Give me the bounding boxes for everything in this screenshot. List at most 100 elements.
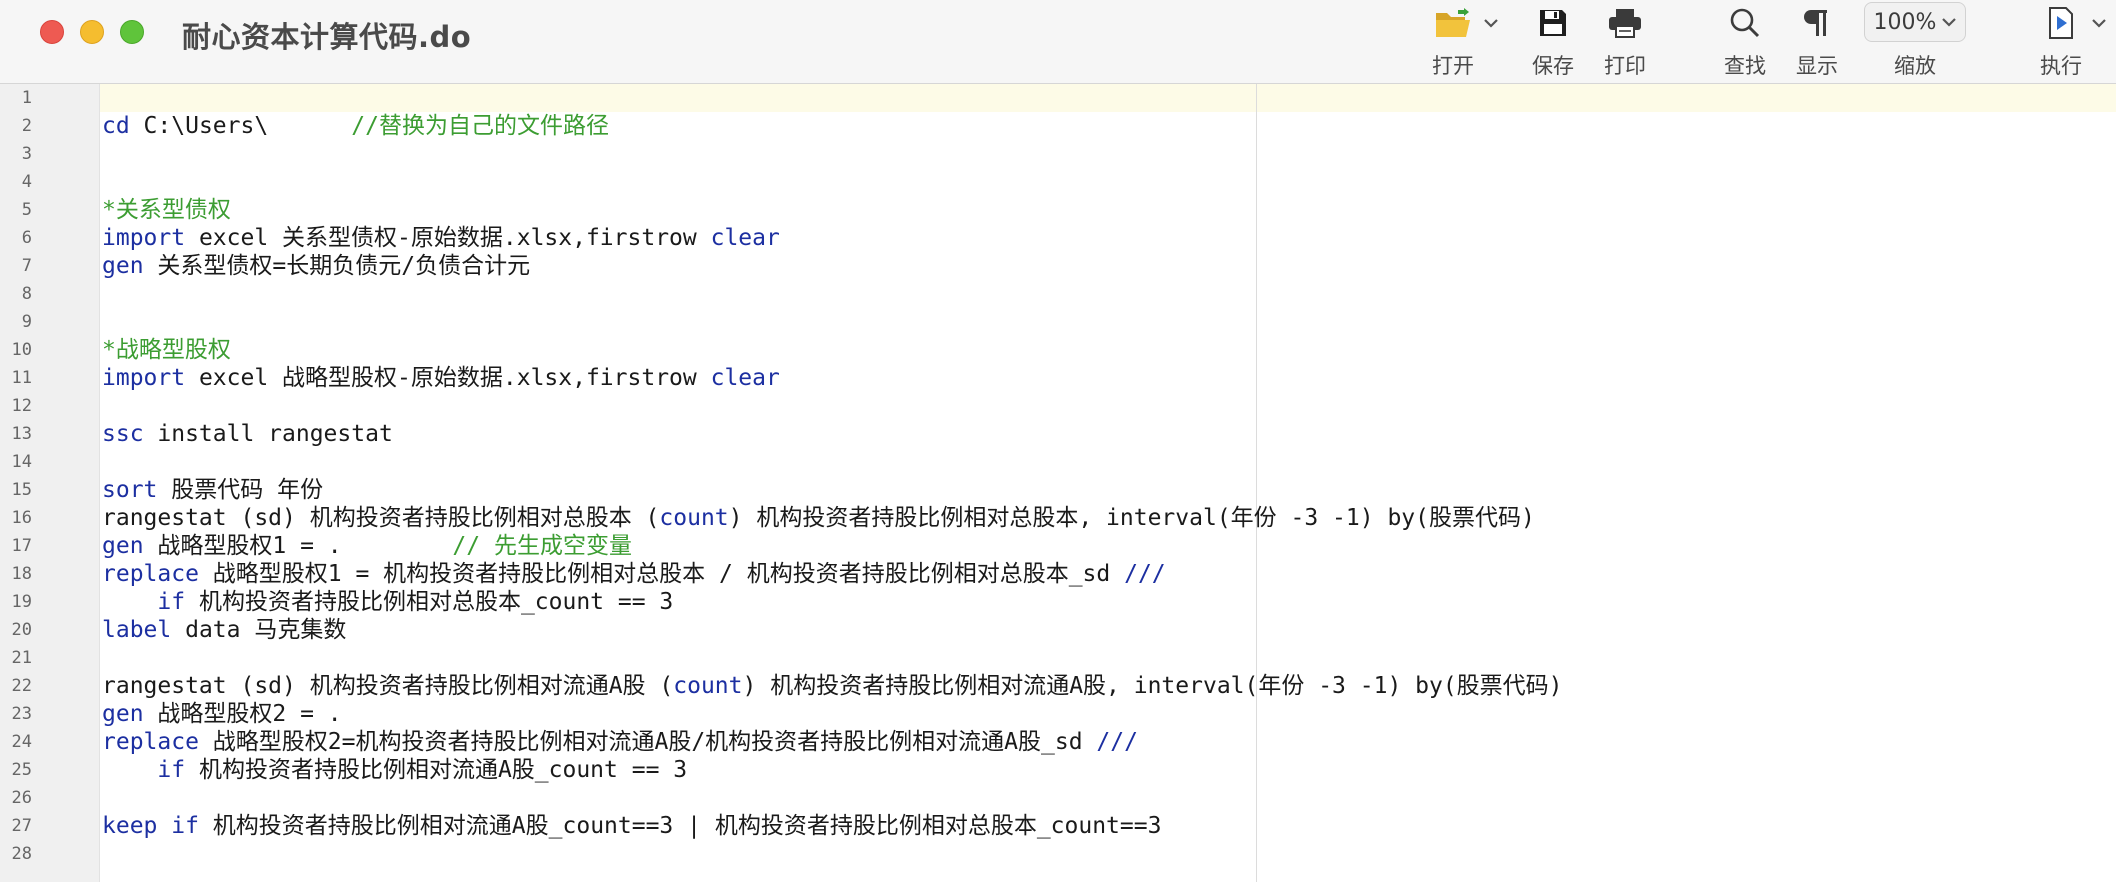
line-number: 7 [21, 256, 32, 276]
chevron-down-icon[interactable] [2084, 6, 2114, 40]
code-line[interactable]: label data 马克集数 [102, 616, 2112, 644]
code-token: excel 关系型债权-原始数据.xlsx,firstrow [185, 225, 711, 251]
close-window-button[interactable] [40, 20, 64, 44]
code-keyword: label [102, 617, 172, 643]
code-line[interactable]: ssc install rangestat [102, 420, 2112, 448]
code-line[interactable]: *战略型股权 [102, 336, 2112, 364]
code-keyword: cd [102, 113, 130, 139]
zoom-select[interactable]: 100% [1864, 2, 1966, 42]
line-number: 9 [21, 312, 32, 332]
line-number: 3 [21, 144, 32, 164]
code-line[interactable] [102, 308, 2112, 336]
code-token: C:\Users\ [129, 113, 352, 139]
line-number: 12 [11, 396, 32, 416]
line-number: 21 [11, 648, 32, 668]
code-line[interactable]: if 机构投资者持股比例相对流通A股_count == 3 [102, 756, 2112, 784]
floppy-disk-icon [1528, 0, 1578, 46]
save-button[interactable]: 保存 [1528, 0, 1578, 84]
code-keyword: if [157, 589, 186, 615]
zoom-label: 缩放 [1894, 54, 1936, 78]
code-keyword: if [171, 813, 199, 839]
code-line[interactable] [102, 168, 2112, 196]
title-bar: 耐心资本计算代码.do 打开 保存 打印 查找 显示 100% 缩放 执行 [0, 0, 2116, 84]
code-line[interactable]: keep if 机构投资者持股比例相对流通A股_count==3 | 机构投资者… [102, 812, 2112, 840]
find-label: 查找 [1724, 54, 1766, 78]
line-number: 11 [11, 368, 32, 388]
display-label: 显示 [1796, 54, 1838, 78]
minimize-window-button[interactable] [80, 20, 104, 44]
code-line[interactable] [102, 840, 2112, 868]
code-editor[interactable]: 1 2 3 4 5 6 7 8 9 10 11 12 13 14 15 16 17 18 19 20 21 22 23 24 2… [0, 84, 2116, 882]
line-number: 22 [11, 676, 32, 696]
code-keyword: replace [102, 561, 199, 587]
line-number: 28 [11, 844, 32, 864]
code-keyword: if [157, 757, 186, 783]
line-number: 10 [11, 340, 32, 360]
code-line[interactable]: rangestat (sd) 机构投资者持股比例相对流通A股 (count) 机… [102, 672, 2112, 700]
chevron-down-icon [1942, 18, 1957, 27]
code-line[interactable]: gen 战略型股权1 = . // 先生成空变量 [102, 532, 2112, 560]
code-token: 战略型股权1 = . [143, 533, 453, 559]
print-button[interactable]: 打印 [1598, 0, 1652, 84]
line-number: 4 [21, 172, 32, 192]
run-button[interactable]: 执行 [2036, 0, 2086, 84]
code-token: 机构投资者持股比例相对流通A股_count == 3 [185, 757, 688, 783]
window-title: 耐心资本计算代码.do [182, 20, 472, 54]
code-line[interactable]: replace 战略型股权2=机构投资者持股比例相对流通A股/机构投资者持股比例… [102, 728, 2112, 756]
code-line[interactable]: import excel 关系型债权-原始数据.xlsx,firstrow cl… [102, 224, 2112, 252]
code-line[interactable] [102, 84, 2112, 112]
code-keyword: gen [102, 701, 144, 727]
code-token: 股票代码 年份 [157, 477, 324, 503]
line-number: 2 [21, 116, 32, 136]
code-line[interactable] [102, 644, 2112, 672]
code-line[interactable]: gen 关系型债权=长期负债元/负债合计元 [102, 252, 2112, 280]
line-number: 23 [11, 704, 32, 724]
code-comment: // 先生成空变量 [452, 533, 632, 559]
code-keyword: gen [102, 533, 144, 559]
code-line[interactable] [102, 784, 2112, 812]
code-line[interactable]: sort 股票代码 年份 [102, 476, 2112, 504]
code-line[interactable]: *关系型债权 [102, 196, 2112, 224]
print-label: 打印 [1604, 54, 1646, 78]
line-number: 25 [11, 760, 32, 780]
code-line[interactable]: import excel 战略型股权-原始数据.xlsx,firstrow cl… [102, 364, 2112, 392]
code-line[interactable] [102, 140, 2112, 168]
code-line[interactable] [102, 448, 2112, 476]
code-token: rangestat (sd) 机构投资者持股比例相对总股本 ( [102, 505, 660, 531]
code-keyword: ssc [102, 421, 144, 447]
code-line[interactable]: cd C:\Users\ //替换为自己的文件路径 [102, 112, 2112, 140]
printer-icon [1598, 0, 1652, 46]
line-number: 26 [11, 788, 32, 808]
line-number: 27 [11, 816, 32, 836]
code-token: install rangestat [143, 421, 393, 447]
zoom-window-button[interactable] [120, 20, 144, 44]
code-text[interactable]: cd C:\Users\ //替换为自己的文件路径 *关系型债权 import ex… [102, 84, 2112, 868]
code-token: excel 战略型股权-原始数据.xlsx,firstrow [185, 365, 711, 391]
code-token: ) 机构投资者持股比例相对总股本, interval(年份 -3 -1) by(… [728, 505, 1535, 531]
code-line[interactable]: replace 战略型股权1 = 机构投资者持股比例相对总股本 / 机构投资者持… [102, 560, 2112, 588]
magnifier-icon [1720, 0, 1770, 46]
display-button[interactable]: 显示 [1792, 0, 1842, 84]
line-number: 18 [11, 564, 32, 584]
line-number: 5 [21, 200, 32, 220]
line-number: 15 [11, 480, 32, 500]
code-line[interactable]: if 机构投资者持股比例相对总股本_count == 3 [102, 588, 2112, 616]
code-keyword: clear [710, 365, 780, 391]
code-comment: *关系型债权 [102, 197, 231, 223]
code-keyword: count [659, 505, 729, 531]
line-number: 8 [21, 284, 32, 304]
run-label: 执行 [2040, 54, 2082, 78]
code-line[interactable] [102, 392, 2112, 420]
chevron-down-icon[interactable] [1476, 6, 1506, 40]
code-line[interactable]: rangestat (sd) 机构投资者持股比例相对总股本 (count) 机构… [102, 504, 2112, 532]
open-label: 打开 [1432, 54, 1474, 78]
code-line[interactable]: gen 战略型股权2 = . [102, 700, 2112, 728]
code-token: 战略型股权2=机构投资者持股比例相对流通A股/机构投资者持股比例相对流通A股_s… [198, 729, 1097, 755]
code-comment: *战略型股权 [102, 337, 231, 363]
find-button[interactable]: 查找 [1720, 0, 1770, 84]
code-token: rangestat (sd) 机构投资者持股比例相对流通A股 ( [102, 673, 674, 699]
pilcrow-icon [1792, 0, 1842, 46]
line-number: 13 [11, 424, 32, 444]
code-line[interactable] [102, 280, 2112, 308]
